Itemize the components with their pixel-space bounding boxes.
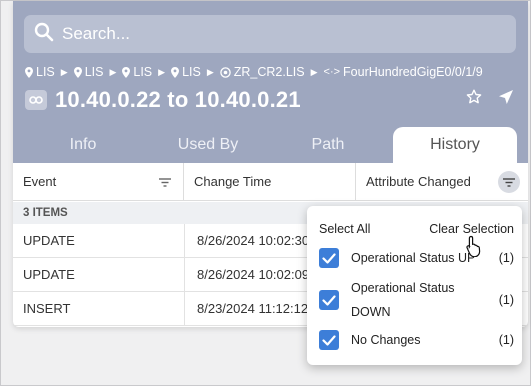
title-actions	[466, 89, 514, 110]
filter-dropdown: Select All Clear Selection Operational S…	[307, 206, 522, 365]
filter-option-label: No Changes	[351, 333, 421, 347]
breadcrumb-item[interactable]: LIS	[122, 65, 152, 79]
chevron-right-icon: ▶	[310, 66, 318, 77]
filter-option-label: Operational Status DOWN	[351, 281, 455, 319]
checkbox-checked[interactable]	[319, 290, 339, 310]
breadcrumb-item[interactable]: LIS	[171, 65, 201, 79]
filter-option[interactable]: Operational Status DOWN (1)	[319, 276, 514, 324]
checkbox-checked[interactable]	[319, 248, 339, 268]
cell-event: INSERT	[23, 301, 71, 316]
chevron-right-icon: ▶	[60, 66, 68, 77]
location-pin-icon	[171, 66, 180, 78]
column-header-attribute-changed[interactable]: Attribute Changed	[356, 163, 528, 200]
tab-path[interactable]: Path	[263, 127, 393, 163]
table-header: Event Change Time Attribute Changed	[13, 163, 528, 201]
filter-option-count: (1)	[498, 251, 514, 265]
location-pin-icon	[73, 66, 82, 78]
breadcrumb-item[interactable]: LIS	[25, 65, 55, 79]
chevron-right-icon: ▶	[206, 66, 214, 77]
hand-cursor-icon	[466, 235, 482, 262]
panel-header: Search... LIS ▶ LIS ▶ LIS ▶ LIS ▶ ZR_CR2…	[13, 1, 528, 163]
window-frame: Search... LIS ▶ LIS ▶ LIS ▶ LIS ▶ ZR_CR2…	[0, 0, 531, 386]
checkbox-checked[interactable]	[319, 330, 339, 350]
breadcrumb: LIS ▶ LIS ▶ LIS ▶ LIS ▶ ZR_CR2.LIS ▶ <·>…	[25, 65, 483, 79]
interface-icon: <·>	[323, 66, 341, 78]
filter-option[interactable]: No Changes (1)	[319, 328, 514, 352]
search-bar[interactable]: Search...	[24, 15, 516, 53]
filter-option-count: (1)	[498, 293, 514, 307]
search-placeholder: Search...	[62, 24, 131, 43]
filter-option[interactable]: Operational Status UP (1)	[319, 246, 514, 270]
tab-bar: Info Used By Path History	[13, 127, 528, 163]
clear-selection-link[interactable]: Clear Selection	[429, 222, 514, 236]
star-icon[interactable]	[466, 89, 482, 110]
filter-icon[interactable]	[498, 171, 520, 193]
cell-event: UPDATE	[23, 267, 75, 282]
filter-dropdown-actions: Select All Clear Selection	[319, 222, 514, 236]
cell-event: UPDATE	[23, 233, 75, 248]
breadcrumb-item[interactable]: ZR_CR2.LIS	[220, 65, 305, 79]
column-header-event[interactable]: Event	[13, 163, 184, 200]
breadcrumb-item[interactable]: LIS	[73, 65, 103, 79]
tab-info[interactable]: Info	[13, 127, 153, 163]
tab-history[interactable]: History	[393, 127, 517, 163]
filter-option-count: (1)	[498, 333, 514, 347]
search-icon	[34, 22, 54, 47]
location-pin-icon	[25, 66, 33, 78]
select-all-link[interactable]: Select All	[319, 222, 370, 236]
breadcrumb-item[interactable]: <·> FourHundredGigE0/0/1/9	[324, 65, 483, 79]
chevron-right-icon: ▶	[158, 66, 166, 77]
navigate-icon[interactable]	[498, 89, 514, 110]
tab-used-by[interactable]: Used By	[153, 127, 263, 163]
page-title: 10.40.0.22 to 10.40.0.21	[55, 87, 301, 112]
location-pin-icon	[122, 66, 131, 78]
filter-icon[interactable]	[159, 175, 171, 190]
column-header-change-time[interactable]: Change Time	[184, 163, 356, 200]
chevron-right-icon: ▶	[109, 66, 117, 77]
device-icon	[220, 66, 231, 78]
link-icon	[25, 90, 47, 110]
title-row: 10.40.0.22 to 10.40.0.21	[25, 87, 301, 113]
